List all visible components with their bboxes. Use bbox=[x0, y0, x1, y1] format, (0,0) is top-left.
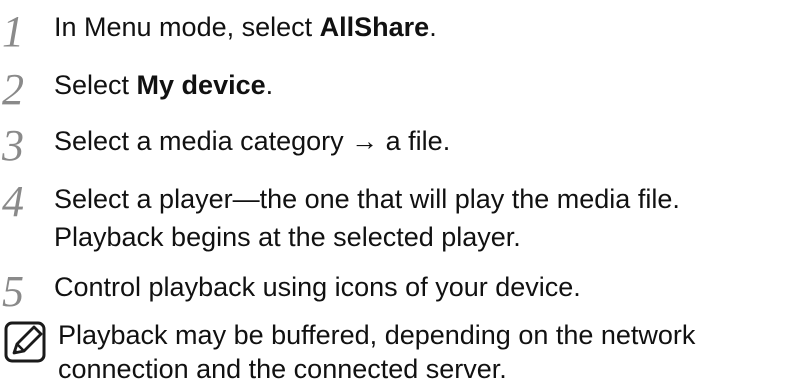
step-text-bold: AllShare bbox=[319, 12, 430, 42]
step-text: In Menu mode, select AllShare. bbox=[54, 8, 437, 46]
step-text: Control playback using icons of your dev… bbox=[54, 272, 581, 302]
step-text-plain: In Menu mode, select bbox=[54, 12, 320, 42]
step-text: Select a media category → a file. bbox=[54, 126, 451, 156]
step-text: Select My device. bbox=[54, 66, 273, 104]
note-text: Playback may be buffered, depending on t… bbox=[58, 318, 695, 386]
step-text: Select a player—the one that will play t… bbox=[54, 180, 680, 256]
step-text-line-1: Select a player—the one that will play t… bbox=[54, 184, 680, 214]
step-text-punct: . bbox=[265, 70, 274, 100]
note-text-line-2: connection and the connected server. bbox=[58, 354, 507, 384]
note-text-line-1: Playback may be buffered, depending on t… bbox=[58, 320, 696, 350]
step-number: 5 bbox=[2, 267, 24, 316]
step-number: 1 bbox=[2, 7, 24, 56]
step-number: 4 bbox=[2, 177, 24, 226]
step-text-bold: My device bbox=[136, 70, 266, 100]
step-text-plain: Select bbox=[54, 70, 137, 100]
step-number: 2 bbox=[2, 65, 24, 114]
note-pencil-icon bbox=[4, 321, 46, 363]
step-number: 3 bbox=[2, 121, 24, 170]
step-text-line-2: Playback begins at the selected player. bbox=[54, 222, 521, 252]
step-text-punct: . bbox=[429, 12, 437, 42]
note-block: Playback may be buffered, depending on t… bbox=[0, 320, 799, 384]
